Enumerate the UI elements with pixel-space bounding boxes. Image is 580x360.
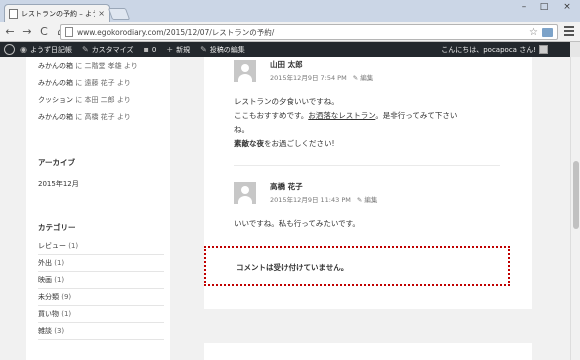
- page-content: みかんの箱 に 二階堂 孝雄 より みかんの箱 に 遠藤 花子 より クッション…: [0, 57, 570, 360]
- comment-meta: 2015年12月9日 11:43 PM ✎ 編集: [270, 194, 377, 204]
- category-item[interactable]: レビュー (1): [38, 238, 164, 255]
- page-favicon-icon: [9, 8, 18, 19]
- browser-tab-strip: レストランの予約 – ようず日記 × – □ ×: [0, 0, 580, 22]
- reload-button[interactable]: C: [37, 23, 51, 41]
- next-content-block: [204, 343, 532, 360]
- admin-account[interactable]: こんにちは、pocapoca さん!: [441, 42, 548, 57]
- comments-closed-text: コメントは受け付けていません。: [236, 263, 349, 272]
- comment-edit-link[interactable]: ✎ 編集: [357, 196, 378, 204]
- bookmark-star-icon[interactable]: ☆: [529, 27, 538, 38]
- back-button[interactable]: ←: [3, 23, 17, 41]
- wp-admin-bar: ◉ ようず日記帳 ✎ カスタマイズ ▪ 0 + 新規 ✎ 投稿の編集 こんにちは…: [0, 42, 580, 57]
- archives-heading: アーカイブ: [38, 158, 76, 167]
- minimize-button[interactable]: –: [514, 0, 534, 16]
- recent-comment-item[interactable]: みかんの箱 に 遠藤 花子 より: [38, 78, 164, 88]
- maximize-button[interactable]: □: [534, 0, 554, 16]
- category-item[interactable]: 買い物 (1): [38, 306, 164, 323]
- admin-customize[interactable]: ✎ カスタマイズ: [77, 45, 139, 55]
- browser-toolbar: ← → C ⌂ www.egokorodiary.com/2015/12/07/…: [0, 22, 580, 42]
- categories-heading: カテゴリー: [38, 223, 76, 232]
- scrollbar-top: [570, 42, 580, 57]
- user-avatar: [539, 45, 548, 54]
- comment-date[interactable]: 2015年12月9日 7:54 PM: [270, 74, 347, 82]
- new-tab-button[interactable]: [107, 8, 131, 20]
- close-window-button[interactable]: ×: [554, 0, 580, 16]
- plus-icon: +: [166, 45, 174, 54]
- comment-meta: 2015年12月9日 7:54 PM ✎ 編集: [270, 72, 373, 82]
- comment-divider: [234, 165, 500, 166]
- admin-comments[interactable]: ▪ 0: [138, 45, 161, 54]
- pencil-icon: ✎: [200, 45, 207, 54]
- address-bar[interactable]: www.egokorodiary.com/2015/12/07/レストランの予約…: [60, 24, 558, 40]
- recent-comment-item[interactable]: みかんの箱 に 二階堂 孝雄 より: [38, 61, 164, 71]
- comment-avatar: [234, 182, 256, 204]
- category-item[interactable]: 未分類 (9): [38, 289, 164, 306]
- browser-menu-icon[interactable]: [564, 26, 574, 38]
- extension-icon[interactable]: [542, 27, 553, 37]
- page-scrollbar[interactable]: [570, 57, 580, 360]
- comment-avatar: [234, 60, 256, 82]
- category-item[interactable]: 雑談 (3): [38, 323, 164, 340]
- category-item[interactable]: 外出 (1): [38, 255, 164, 272]
- comment-date[interactable]: 2015年12月9日 11:43 PM: [270, 196, 351, 204]
- admin-edit-post[interactable]: ✎ 投稿の編集: [195, 45, 250, 55]
- browser-tab[interactable]: レストランの予約 – ようず日記 ×: [4, 4, 110, 22]
- brush-icon: ✎: [81, 45, 89, 54]
- comment-author[interactable]: 山田 太郎: [270, 59, 303, 70]
- comment-bubble-icon: ▪: [143, 45, 149, 54]
- sidebar: みかんの箱 に 二階堂 孝雄 より みかんの箱 に 遠藤 花子 より クッション…: [26, 57, 170, 360]
- category-item[interactable]: 映画 (1): [38, 272, 164, 289]
- comment-body: いいですね。私も行ってみたいです。: [234, 219, 360, 228]
- tab-close-icon[interactable]: ×: [98, 9, 105, 18]
- comments-closed-notice: コメントは受け付けていません。: [204, 246, 510, 286]
- scrollbar-thumb[interactable]: [573, 161, 579, 229]
- recent-comment-item[interactable]: みかんの箱 に 高橋 花子 より: [38, 112, 164, 122]
- admin-site-name[interactable]: ◉ ようず日記帳: [15, 45, 77, 55]
- recent-comment-item[interactable]: クッション に 本田 二郎 より: [38, 95, 164, 105]
- dashboard-icon: ◉: [20, 45, 27, 54]
- comments-section: 山田 太郎 2015年12月9日 7:54 PM ✎ 編集 レストランの夕食いいで…: [204, 57, 532, 309]
- comment-edit-link[interactable]: ✎ 編集: [353, 74, 374, 82]
- wordpress-logo-icon[interactable]: [4, 44, 15, 55]
- window-controls: – □ ×: [514, 0, 580, 16]
- page-icon: [65, 27, 73, 37]
- archive-link[interactable]: 2015年12月: [38, 179, 164, 189]
- forward-button[interactable]: →: [20, 23, 34, 41]
- comment-body: レストランの夕食いいですね。 ここもおすすめです。お洒落なレストラン。是非行って…: [234, 97, 458, 148]
- url-text[interactable]: www.egokorodiary.com/2015/12/07/レストランの予約…: [77, 27, 525, 38]
- admin-new[interactable]: + 新規: [161, 45, 195, 55]
- admin-greeting: こんにちは、pocapoca さん!: [441, 45, 536, 54]
- restaurant-link[interactable]: お洒落なレストラン: [308, 111, 375, 120]
- tab-title: レストランの予約 – ようず日記: [21, 9, 95, 18]
- comment-author[interactable]: 高橋 花子: [270, 181, 303, 192]
